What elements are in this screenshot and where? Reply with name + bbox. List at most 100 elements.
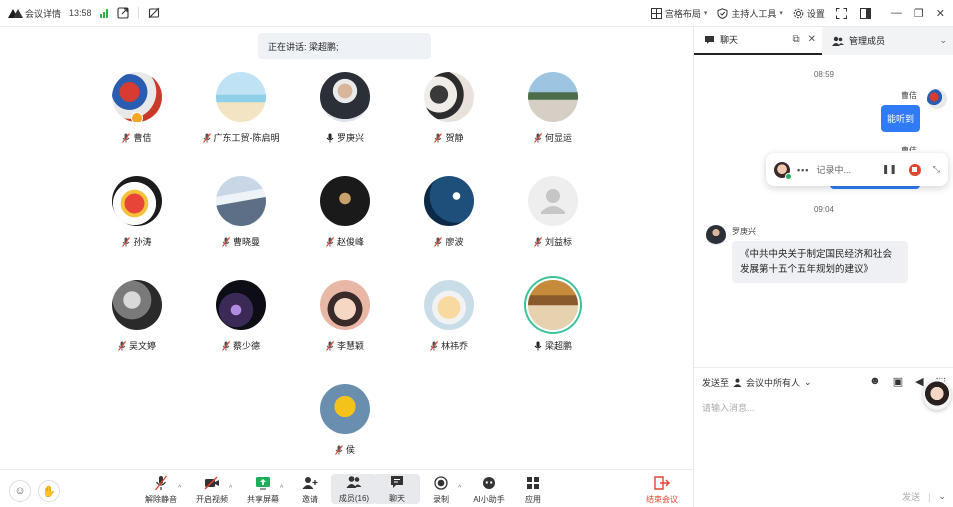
send-to-selector[interactable]: 发送至 会议中所有人 ⌄: [702, 376, 812, 389]
close-icon[interactable]: ✕: [808, 34, 816, 45]
settings-button[interactable]: 设置: [793, 7, 825, 20]
participant-tile[interactable]: 孙涛: [85, 176, 189, 248]
meeting-toolbar: ☺ ✋ 解除静音 ^ 开启视频 ^ 共享屏幕 ^ 邀请 成员(16) 聊天 录制…: [0, 469, 693, 507]
share-screen-icon: [254, 475, 272, 491]
avatar: [320, 72, 370, 122]
gear-icon: [793, 8, 804, 18]
avatar: [424, 280, 474, 330]
pause-icon[interactable]: ❚❚: [882, 164, 897, 175]
network-signal-icon[interactable]: [99, 8, 108, 18]
participant-tile[interactable]: 侯: [293, 384, 397, 456]
chat-icon: [388, 474, 406, 490]
mic-muted-icon: [122, 132, 131, 143]
participant-tile[interactable]: 赵俊峰: [293, 176, 397, 248]
avatar: [424, 176, 474, 226]
participant-name: 李慧颖: [336, 341, 364, 351]
participant-name: 广东工贸-陈启明: [213, 133, 280, 143]
tab-manage-members[interactable]: 管理成员 ⌄: [822, 26, 953, 55]
close-icon[interactable]: ✕: [936, 7, 945, 20]
message-input[interactable]: 请输入消息...: [702, 401, 755, 414]
grid-layout-button[interactable]: 宫格布局 ▾: [650, 7, 707, 20]
restore-icon[interactable]: ❐: [914, 7, 924, 20]
fullscreen-icon[interactable]: [835, 6, 849, 20]
participant-tile[interactable]: 吴文婷: [85, 280, 189, 352]
panel-tabs: 聊天 ⧉ ✕ 管理成员 ⌄: [694, 26, 953, 55]
chevron-up-icon[interactable]: ^: [229, 485, 232, 492]
tab-chat-label: 聊天: [720, 35, 739, 45]
avatar: [320, 384, 370, 434]
members-button[interactable]: 成员(16): [331, 474, 377, 504]
avatar[interactable]: [927, 89, 947, 109]
participant-tile[interactable]: 曹佶: [85, 72, 189, 144]
host-badge-icon: [131, 112, 143, 122]
message-composer: 发送至 会议中所有人 ⌄ ☻ ▣ ◀ ⬚ 请输入消息... 发送 | ⌄: [694, 367, 953, 507]
folder-icon[interactable]: ▣: [893, 375, 903, 388]
sidebar-toggle-icon[interactable]: [859, 6, 873, 20]
invite-button[interactable]: 邀请: [287, 475, 333, 505]
participant-tile[interactable]: 蔡少德: [189, 280, 293, 352]
send-label: 发送: [902, 492, 921, 502]
ai-assistant-button[interactable]: AI小助手: [466, 475, 512, 505]
mic-muted-icon: [335, 444, 343, 455]
video-off-icon: [203, 475, 221, 491]
recording-status-bar[interactable]: ••• 记录中... ❚❚ ⤡: [766, 153, 948, 186]
disable-chat-icon[interactable]: [147, 6, 161, 20]
chevron-up-icon[interactable]: ^: [458, 485, 461, 492]
grid-layout-label: 宫格布局: [664, 8, 701, 19]
participant-name: 罗庚兴: [336, 133, 364, 143]
mic-muted-icon: [534, 132, 542, 143]
chat-icon: [705, 35, 714, 44]
chevron-down-icon[interactable]: ⌄: [938, 491, 946, 502]
host-tools-button[interactable]: 主持人工具 ▾: [717, 7, 783, 20]
chat-button[interactable]: 聊天: [374, 474, 420, 504]
avatar[interactable]: [706, 225, 726, 245]
participant-tile[interactable]: 曹晓曼: [189, 176, 293, 248]
participant-tile[interactable]: 贺静: [397, 72, 501, 144]
minimize-icon[interactable]: —: [891, 7, 902, 20]
participant-tile[interactable]: 李慧颖: [293, 280, 397, 352]
record-label: 录制: [433, 495, 449, 504]
send-to-value: 会议中所有人: [746, 378, 801, 388]
divider: [137, 7, 139, 19]
avatar: [216, 176, 266, 226]
apps-button[interactable]: 应用: [510, 475, 556, 505]
participant-tile[interactable]: 广东工贸-陈启明: [189, 72, 293, 144]
send-to-label: 发送至: [702, 378, 730, 388]
mic-muted-icon: [326, 340, 334, 351]
participant-tile-speaking[interactable]: 梁超鹏: [501, 280, 605, 352]
participant-tile[interactable]: 何显运: [501, 72, 605, 144]
ai-assistant-label: AI小助手: [473, 495, 505, 504]
avatar: [112, 176, 162, 226]
chevron-down-icon[interactable]: ⌄: [939, 35, 947, 46]
end-meeting-button[interactable]: 结束会议: [639, 475, 685, 505]
chevron-up-icon[interactable]: ^: [178, 485, 181, 492]
participant-tile[interactable]: 刘益标: [501, 176, 605, 248]
participant-tile[interactable]: 罗庚兴: [293, 72, 397, 144]
emoji-icon[interactable]: ☻: [869, 375, 881, 388]
popout-icon[interactable]: ⧉: [792, 34, 799, 45]
apps-label: 应用: [525, 495, 541, 504]
stop-record-icon[interactable]: [908, 163, 921, 176]
participant-tile[interactable]: 林祎乔: [397, 280, 501, 352]
participant-name: 曹晓曼: [232, 237, 260, 247]
chevron-up-icon[interactable]: ^: [280, 485, 283, 492]
meeting-details-label[interactable]: 会议详情: [25, 7, 61, 20]
shield-icon: [717, 7, 728, 19]
mic-on-icon: [326, 133, 334, 143]
message-sender: 曹佶: [901, 146, 917, 151]
tab-chat[interactable]: 聊天 ⧉ ✕: [694, 27, 822, 55]
megaphone-icon[interactable]: ◀: [915, 375, 923, 388]
send-button[interactable]: 发送 | ⌄: [902, 490, 946, 503]
avatar: [424, 72, 474, 122]
message-bubble: 能听到: [880, 105, 920, 132]
participant-tile[interactable]: 廖波: [397, 176, 501, 248]
avatar: [320, 280, 370, 330]
avatar: [112, 280, 162, 330]
participant-name: 梁超鹏: [544, 341, 572, 351]
collapse-icon[interactable]: ⤡: [933, 164, 940, 175]
reaction-emoji-icon[interactable]: ☺: [9, 480, 31, 502]
raise-hand-icon[interactable]: ✋: [38, 480, 60, 502]
ai-assistant-fab[interactable]: [923, 380, 951, 410]
share-link-icon[interactable]: [116, 6, 130, 20]
chat-label: 聊天: [389, 494, 405, 503]
